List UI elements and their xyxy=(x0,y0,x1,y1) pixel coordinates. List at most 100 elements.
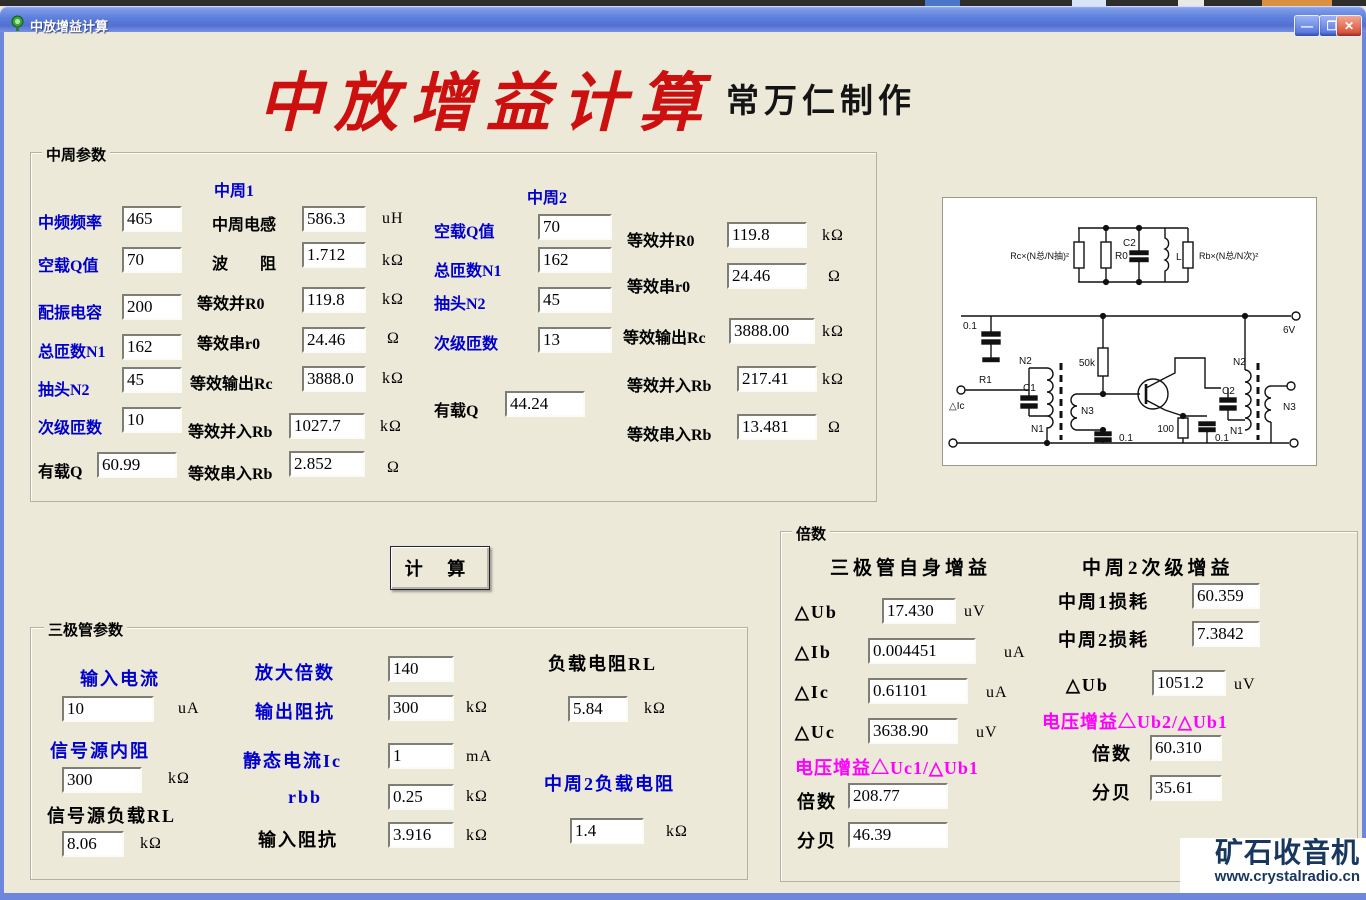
formula-voltage-gain-2: 电压增益△Ub2/△Ub1 xyxy=(1042,712,1228,732)
label-db-1: 分贝 xyxy=(797,831,837,851)
group-gain-caption: 倍数 xyxy=(792,523,831,544)
field-z2-unloaded-q[interactable] xyxy=(538,214,612,240)
field-z2-total-turns[interactable] xyxy=(538,247,612,273)
label-unloaded-q: 空载Q值 xyxy=(38,258,99,275)
field-rbb[interactable] xyxy=(388,784,454,810)
unit-delta-ic: uA xyxy=(986,684,1008,701)
circuit-label-r1: R1 xyxy=(979,375,992,386)
circuit-label-c1a: C1 xyxy=(1023,383,1036,394)
field-delta-ub2[interactable] xyxy=(1152,670,1226,696)
field-ratio-1[interactable] xyxy=(848,783,948,809)
field-quiescent-ic[interactable] xyxy=(388,743,454,769)
watermark: 矿石收音机 www.crystalradio.cn xyxy=(1180,838,1366,893)
field-z1-inductance[interactable] xyxy=(302,206,366,232)
unit-z1-output-rc: kΩ xyxy=(382,370,404,387)
label-loaded-q-2: 有载Q xyxy=(434,403,479,420)
label-z1-output-rc: 等效输出Rc xyxy=(190,376,273,393)
field-db-1[interactable] xyxy=(848,822,948,848)
label-tap-n2: 抽头N2 xyxy=(38,382,90,399)
field-tuning-cap[interactable] xyxy=(122,294,182,320)
circuit-label-cap01c: 0.1 xyxy=(1215,433,1229,444)
label-loaded-q-1: 有载Q xyxy=(38,464,83,481)
formula-voltage-gain-1: 电压增益△Uc1/△Ub1 xyxy=(795,758,979,778)
field-db-2[interactable] xyxy=(1150,775,1222,801)
circuit-diagram: Rc×(N总/N抽)² R0 C2 L Rb×(N总/N次)² 6V 0.1 △… xyxy=(942,197,1317,466)
field-loaded-q-1[interactable] xyxy=(97,452,177,478)
field-total-turns-n1[interactable] xyxy=(122,334,182,360)
field-ratio-2[interactable] xyxy=(1150,735,1222,761)
unit-rbb: kΩ xyxy=(466,788,488,805)
unit-z1-series-r0: Ω xyxy=(387,330,400,347)
field-z2-tap-n2[interactable] xyxy=(538,287,612,313)
field-r-series-rb[interactable] xyxy=(737,414,817,440)
label-r-series-r0: 等效串r0 xyxy=(627,279,691,296)
field-output-impedance[interactable] xyxy=(388,695,454,721)
unit-delta-ub2: uV xyxy=(1234,676,1256,693)
circuit-label-rc: Rc×(N总/N抽)² xyxy=(1010,250,1069,261)
field-source-resistance[interactable] xyxy=(62,767,142,793)
circuit-label-dic: △Ic xyxy=(949,401,964,412)
minimize-button[interactable]: — xyxy=(1294,15,1320,37)
field-delta-ic[interactable] xyxy=(868,678,968,704)
header-zhongzhou1: 中周1 xyxy=(214,183,255,200)
field-z1-output-rc[interactable] xyxy=(302,366,366,392)
circuit-label-n3b: N3 xyxy=(1283,402,1296,413)
circuit-label-n1a: N1 xyxy=(1031,424,1044,435)
field-z1-parallel-r0[interactable] xyxy=(302,287,366,313)
label-secondary-turns: 次级匝数 xyxy=(38,420,103,437)
field-z1-series-rb[interactable] xyxy=(289,451,365,477)
label-delta-ib: △Ib xyxy=(795,642,832,662)
field-z1-loss[interactable] xyxy=(1192,583,1260,609)
field-z1-wave-impedance[interactable] xyxy=(302,242,366,268)
field-z2-secondary-turns[interactable] xyxy=(538,327,612,353)
application-window: 中放增益计算 — ❐ ✕ 中放增益计算 常万仁制作 中周参数 中频频率 空载Q值… xyxy=(0,0,1366,900)
label-tuning-cap: 配振电容 xyxy=(38,305,103,322)
field-z1-parallel-rb[interactable] xyxy=(289,413,365,439)
unit-input-current: uA xyxy=(178,700,200,717)
unit-z1-parallel-r0: kΩ xyxy=(382,291,404,308)
label-db-2: 分贝 xyxy=(1092,783,1132,803)
field-amplification[interactable] xyxy=(388,656,454,682)
label-z1-inductance: 中周电感 xyxy=(212,217,277,234)
label-r-series-rb: 等效串入Rb xyxy=(627,427,712,444)
field-source-load-rl[interactable] xyxy=(62,831,124,857)
label-z2-tap-n2: 抽头N2 xyxy=(434,296,486,313)
field-delta-ib[interactable] xyxy=(868,638,976,664)
label-ratio-2: 倍数 xyxy=(1092,744,1132,764)
field-tap-n2[interactable] xyxy=(122,367,182,393)
field-r-output-rc[interactable] xyxy=(729,318,815,344)
label-source-resistance: 信号源内阻 xyxy=(50,741,150,761)
field-input-current[interactable] xyxy=(62,696,154,722)
field-unloaded-q[interactable] xyxy=(122,247,182,273)
field-if-frequency[interactable] xyxy=(122,206,182,232)
unit-r-parallel-r0: kΩ xyxy=(822,227,844,244)
label-z2-total-turns: 总匝数N1 xyxy=(434,263,502,280)
field-delta-ub1[interactable] xyxy=(882,598,956,624)
unit-delta-uc: uV xyxy=(976,724,998,741)
field-z1-series-r0[interactable] xyxy=(302,327,366,353)
field-r-parallel-rb[interactable] xyxy=(737,366,817,392)
field-load-rl[interactable] xyxy=(568,696,628,722)
group-if-params-caption: 中周参数 xyxy=(42,144,111,165)
field-secondary-turns[interactable] xyxy=(122,407,182,433)
unit-z2-load: kΩ xyxy=(666,823,688,840)
circuit-label-r0: R0 xyxy=(1115,251,1128,262)
close-button[interactable]: ✕ xyxy=(1336,15,1362,37)
field-delta-uc[interactable] xyxy=(868,718,958,744)
label-z1-parallel-r0: 等效并R0 xyxy=(197,296,265,313)
field-loaded-q-2[interactable] xyxy=(505,391,585,417)
label-z2-loss: 中周2损耗 xyxy=(1058,630,1149,650)
field-r-series-r0[interactable] xyxy=(727,263,807,289)
app-icon[interactable] xyxy=(9,15,26,32)
field-z2-loss[interactable] xyxy=(1192,621,1260,647)
label-ratio-1: 倍数 xyxy=(797,792,837,812)
circuit-label-c2b: C2 xyxy=(1222,386,1235,397)
label-delta-ub2: △Ub xyxy=(1066,675,1109,695)
calculate-button[interactable]: 计 算 xyxy=(390,546,490,590)
field-z2-load[interactable] xyxy=(570,818,644,844)
author-credit: 常万仁制作 xyxy=(726,81,916,120)
field-r-parallel-r0[interactable] xyxy=(727,222,807,248)
label-quiescent-ic: 静态电流Ic xyxy=(243,751,342,771)
label-if-frequency: 中频频率 xyxy=(38,215,103,232)
field-input-impedance[interactable] xyxy=(388,822,454,848)
